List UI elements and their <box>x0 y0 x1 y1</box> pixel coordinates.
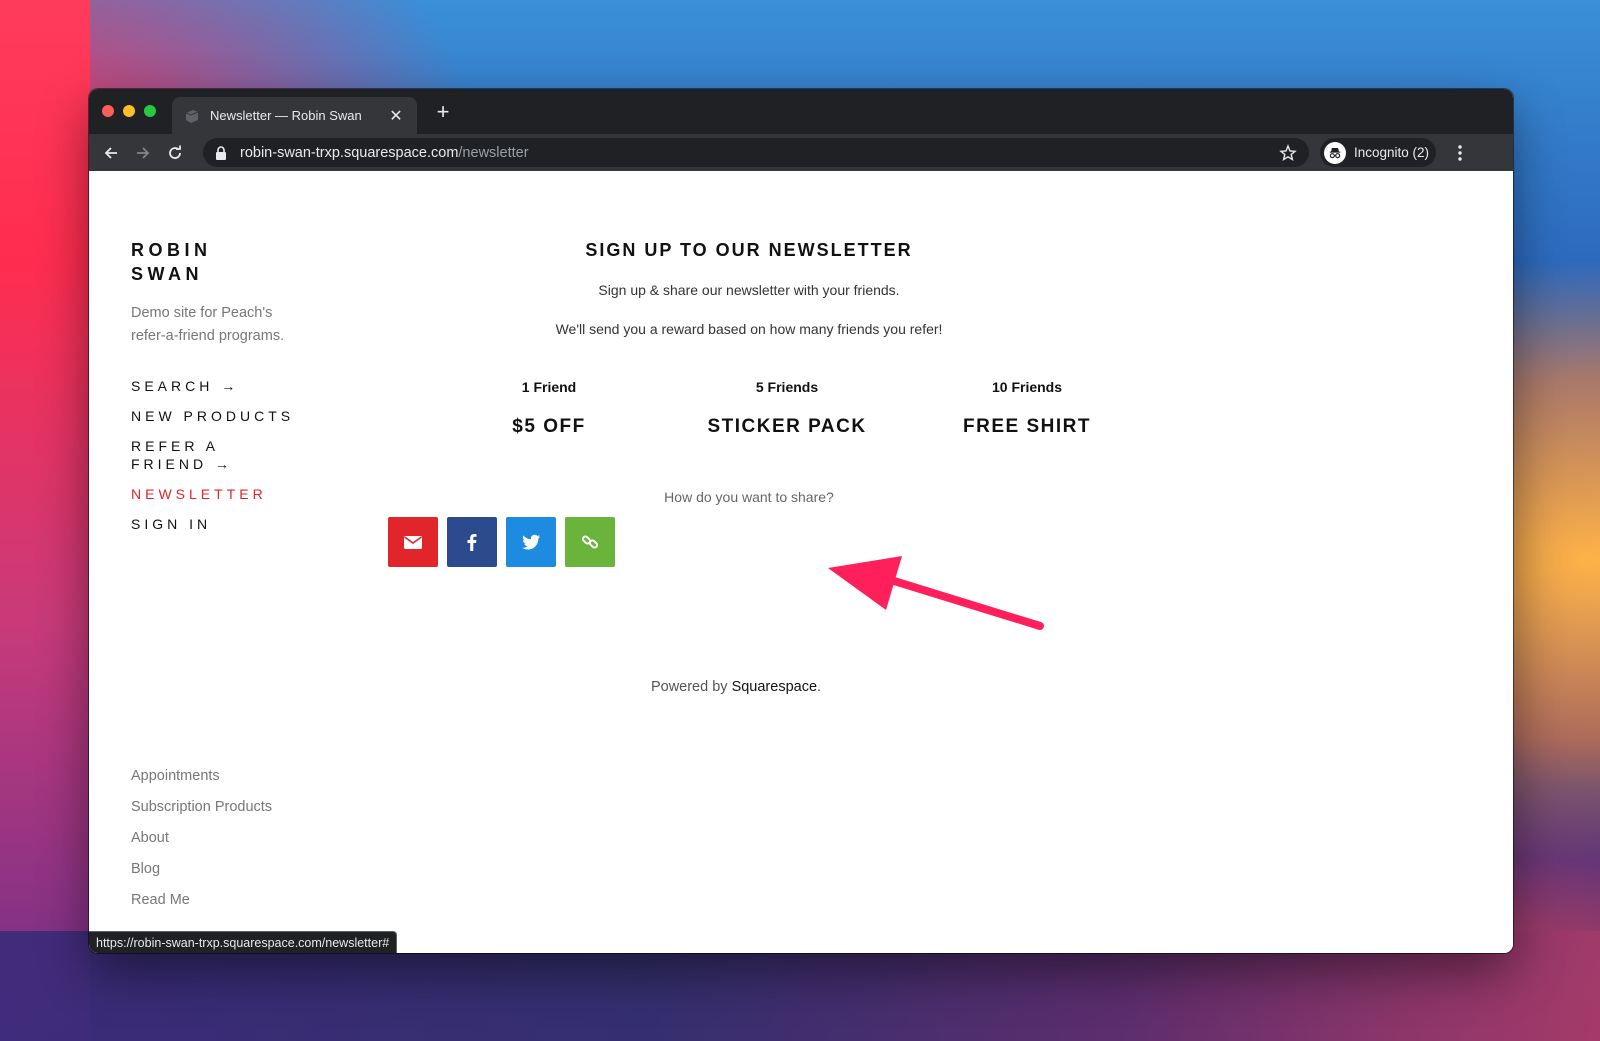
arrow-right-icon <box>137 147 150 159</box>
tab-title: Newsletter — Robin Swan <box>210 108 362 123</box>
newsletter-reward-note: We'll send you a reward based on how man… <box>555 321 943 337</box>
facebook-icon <box>467 534 477 551</box>
reward-tiers: 1 Friend $5 OFF 5 Friends STICKER PACK 1… <box>389 337 1109 457</box>
close-window-button[interactable] <box>102 105 114 117</box>
reward-prize: FREE SHIRT <box>963 416 1091 437</box>
nav-item-new-products[interactable]: NEW PRODUCTS <box>131 407 301 425</box>
url-path: /newsletter <box>458 144 529 161</box>
reward-tier: 5 Friends STICKER PACK <box>687 379 887 438</box>
footer-link-appointments[interactable]: Appointments <box>131 767 272 785</box>
footer-link-read-me[interactable]: Read Me <box>131 891 272 909</box>
nav-item-refer-a-friend[interactable]: REFER A FRIEND → <box>131 437 301 473</box>
reward-friend-count: 5 Friends <box>755 379 819 395</box>
incognito-icon <box>1324 141 1346 164</box>
desktop-wallpaper-left <box>0 0 90 1041</box>
footer-navigation: Appointments Subscription Products About… <box>131 767 272 922</box>
status-bar-url: https://robin-swan-trxp.squarespace.com/… <box>89 931 398 953</box>
window-controls <box>102 105 156 117</box>
nav-item-sign-in[interactable]: SIGN IN <box>131 515 301 533</box>
envelope-icon <box>404 536 422 549</box>
nav-item-newsletter[interactable]: NEWSLETTER <box>131 485 301 503</box>
more-vertical-icon <box>1458 145 1462 161</box>
newsletter-subtitle: Sign up & share our newsletter with your… <box>598 282 900 298</box>
reload-button[interactable] <box>163 141 187 165</box>
forward-button[interactable] <box>131 141 155 165</box>
share-email-button[interactable] <box>388 517 438 567</box>
nav-item-search[interactable]: SEARCH → <box>131 377 301 395</box>
tab-bar: Newsletter — Robin Swan ✕ + <box>89 89 1513 134</box>
powered-by-suffix: . <box>817 679 822 695</box>
share-prompt: How do you want to share? <box>664 489 834 505</box>
share-facebook-button[interactable] <box>447 517 497 567</box>
site-description: Demo site for Peach's refer-a-friend pro… <box>131 305 285 344</box>
share-copy-link-button[interactable] <box>565 517 615 567</box>
zoom-window-button[interactable] <box>144 105 156 117</box>
site-title[interactable]: ROBIN SWAN <box>131 238 251 286</box>
browser-window: Newsletter — Robin Swan ✕ + robin-swan-t… <box>89 89 1513 953</box>
reward-prize: $5 OFF <box>512 416 586 437</box>
arrow-left-icon <box>104 147 117 159</box>
reload-icon <box>169 145 181 159</box>
back-button[interactable] <box>99 141 123 165</box>
url-host: robin-swan-trxp.squarespace.com <box>240 144 459 161</box>
incognito-label: Incognito (2) <box>1354 145 1430 160</box>
link-icon <box>581 535 599 549</box>
reward-friend-count: 1 Friend <box>521 379 577 395</box>
footer-link-blog[interactable]: Blog <box>131 860 272 878</box>
footer-link-about[interactable]: About <box>131 829 272 847</box>
site-sidebar: ROBIN SWAN Demo site for Peach's refer-a… <box>131 171 391 545</box>
reward-tier: 10 Friends FREE SHIRT <box>927 379 1127 438</box>
powered-by-prefix: Powered by <box>650 679 732 695</box>
close-tab-icon[interactable]: ✕ <box>387 106 405 126</box>
reward-prize: STICKER PACK <box>707 416 867 437</box>
newsletter-section: SIGN UP TO OUR NEWSLETTER Sign up & shar… <box>389 171 1109 505</box>
squarespace-favicon-icon <box>185 109 199 123</box>
share-twitter-button[interactable] <box>506 517 556 567</box>
twitter-icon <box>522 534 540 550</box>
reward-friend-count: 10 Friends <box>991 379 1063 395</box>
powered-by-footer: Powered by Squarespace. <box>389 679 1083 695</box>
bookmark-star-icon[interactable] <box>1279 144 1297 162</box>
page-content: ROBIN SWAN Demo site for Peach's refer-a… <box>89 171 1513 953</box>
tab-newsletter[interactable]: Newsletter — Robin Swan ✕ <box>172 97 417 134</box>
lock-icon <box>216 145 226 160</box>
reward-tier: 1 Friend $5 OFF <box>449 379 649 438</box>
incognito-profile-button[interactable]: Incognito (2) <box>1320 138 1436 167</box>
new-tab-button[interactable]: + <box>431 99 455 125</box>
share-buttons <box>388 517 615 567</box>
minimize-window-button[interactable] <box>123 105 135 117</box>
browser-menu-button[interactable] <box>1451 143 1469 163</box>
page-title: SIGN UP TO OUR NEWSLETTER <box>585 240 913 260</box>
address-bar[interactable]: robin-swan-trxp.squarespace.com /newslet… <box>203 138 1309 167</box>
footer-link-subscription-products[interactable]: Subscription Products <box>131 798 272 816</box>
browser-toolbar: robin-swan-trxp.squarespace.com /newslet… <box>89 134 1513 171</box>
main-navigation: SEARCH → NEW PRODUCTS REFER A FRIEND → N… <box>131 377 391 533</box>
squarespace-link[interactable]: Squarespace <box>732 679 817 695</box>
